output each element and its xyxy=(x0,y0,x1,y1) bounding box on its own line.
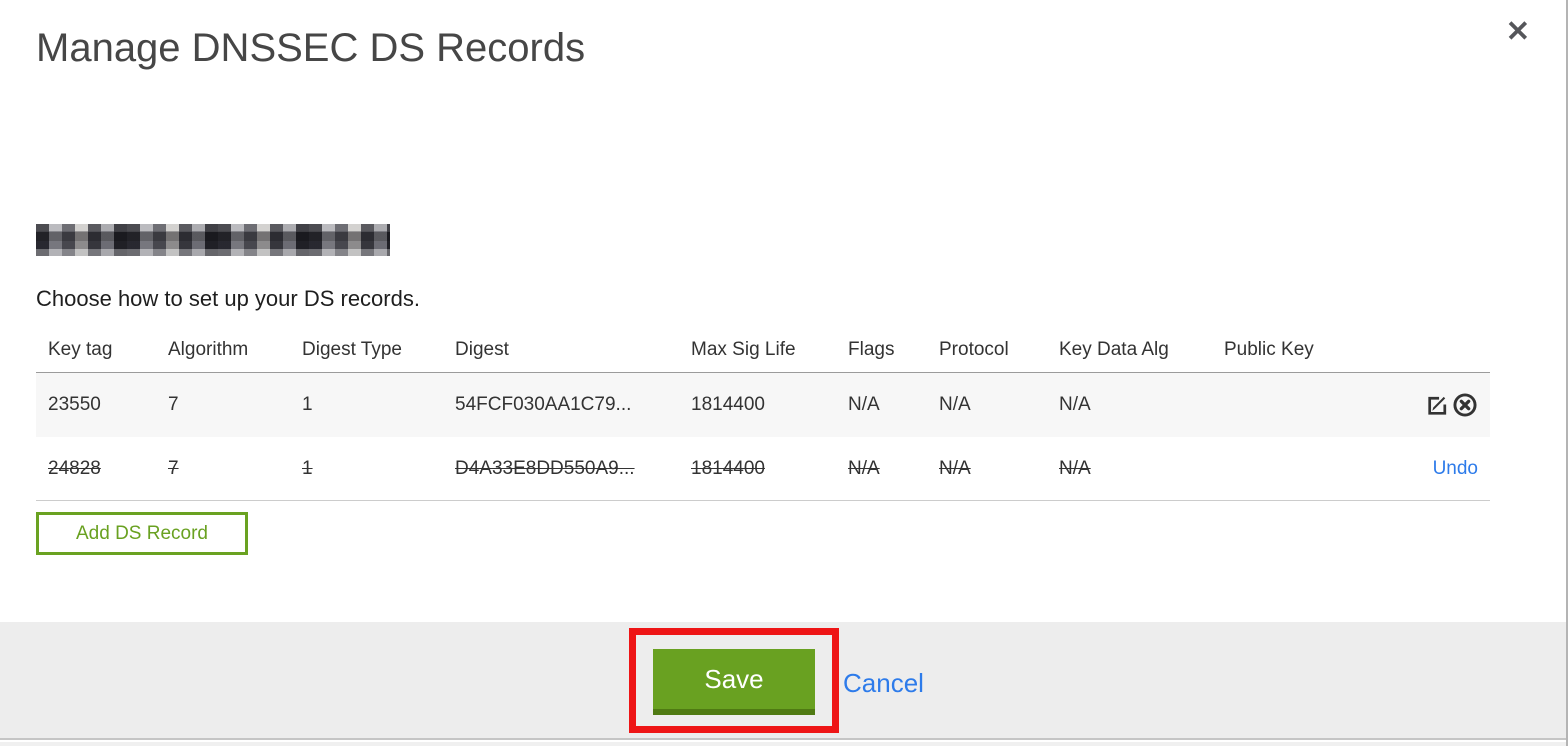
cell-max-sig-life: 1814400 xyxy=(691,394,765,415)
cancel-link[interactable]: Cancel xyxy=(843,668,924,699)
close-icon[interactable]: ✕ xyxy=(1506,18,1530,47)
cell-digest: D4A33E8DD550A9... xyxy=(455,457,635,479)
ds-records-table: Key tag Algorithm Digest Type Digest Max… xyxy=(36,328,1490,501)
ds-record-row-deleted: 24828 7 1 D4A33E8DD550A9... 1814400 N/A … xyxy=(36,437,1490,501)
column-header-digest-type: Digest Type xyxy=(302,339,402,360)
cell-flags: N/A xyxy=(848,457,880,479)
save-button[interactable]: Save xyxy=(653,649,815,715)
column-header-key-data-alg: Key Data Alg xyxy=(1059,339,1169,360)
column-header-key-tag: Key tag xyxy=(48,339,113,360)
cell-algorithm: 7 xyxy=(168,457,179,479)
column-header-algorithm: Algorithm xyxy=(168,339,249,360)
undo-link[interactable]: Undo xyxy=(1433,458,1478,480)
cell-key-data-alg: N/A xyxy=(1059,394,1091,415)
cell-protocol: N/A xyxy=(939,457,971,479)
cell-digest-type: 1 xyxy=(302,394,313,415)
instructions-text: Choose how to set up your DS records. xyxy=(36,286,420,311)
remove-record-icon[interactable] xyxy=(1452,392,1478,418)
add-ds-record-button[interactable]: Add DS Record xyxy=(36,512,248,555)
edit-record-icon[interactable] xyxy=(1424,392,1450,418)
row-actions: Undo xyxy=(1408,458,1490,480)
cell-protocol: N/A xyxy=(939,394,971,415)
footer-edge xyxy=(0,742,1566,746)
column-header-digest: Digest xyxy=(455,339,509,360)
column-header-max-sig-life: Max Sig Life xyxy=(691,339,796,360)
manage-dnssec-modal: Manage DNSSEC DS Records ✕ Choose how to… xyxy=(0,0,1568,746)
cell-flags: N/A xyxy=(848,394,880,415)
table-header-row: Key tag Algorithm Digest Type Digest Max… xyxy=(36,328,1490,373)
cell-digest-type: 1 xyxy=(302,457,313,479)
cell-key-data-alg: N/A xyxy=(1059,457,1091,479)
ds-record-row-active: 23550 7 1 54FCF030AA1C79... 1814400 N/A … xyxy=(36,373,1490,437)
column-header-flags: Flags xyxy=(848,339,895,360)
column-header-protocol: Protocol xyxy=(939,339,1009,360)
cell-digest: 54FCF030AA1C79... xyxy=(455,394,632,415)
cell-key-tag: 23550 xyxy=(48,394,101,415)
page-title: Manage DNSSEC DS Records xyxy=(36,26,586,70)
redacted-domain-name xyxy=(36,224,390,256)
cell-key-tag: 24828 xyxy=(48,457,101,479)
cell-max-sig-life: 1814400 xyxy=(691,457,765,479)
cell-algorithm: 7 xyxy=(168,394,179,415)
row-actions xyxy=(1408,392,1490,418)
column-header-public-key: Public Key xyxy=(1224,339,1314,360)
